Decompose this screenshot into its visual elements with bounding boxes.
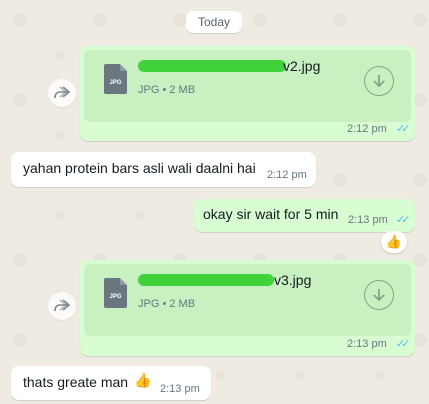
jpg-file-icon: JPG [104,278,127,308]
message-text: thats greate man [23,374,129,390]
document-meta: JPG • 2 MB [138,84,196,96]
document-card[interactable]: JPG v2.jpg JPG • 2 MB [84,50,411,122]
forward-icon [54,86,70,99]
reaction-thumbs-up[interactable]: 👍 [381,231,407,253]
download-button[interactable] [364,66,394,96]
jpg-file-icon: JPG [104,64,127,94]
message-document-1[interactable]: JPG v2.jpg JPG • 2 MB 2:12 pm ✓✓ [80,46,415,141]
redaction-scribble [138,274,274,286]
forward-button[interactable] [48,292,76,320]
redaction-scribble [138,60,286,72]
download-arrow-icon [373,75,385,88]
message-time: 2:13 pm [348,214,388,226]
message-text-5[interactable]: thats greate man 👍 2:13 pm [11,366,211,400]
message-text: yahan protein bars asli wali daalni hai [23,160,256,176]
message-time: 2:13 pm [160,383,200,395]
message-text-2[interactable]: yahan protein bars asli wali daalni hai … [11,152,316,187]
message-time: 2:12 pm [347,123,387,135]
message-document-4[interactable]: JPG v3.jpg JPG • 2 MB 2:13 pm ✓✓ [80,260,415,356]
message-time: 2:13 pm [347,338,387,350]
document-card[interactable]: JPG v3.jpg JPG • 2 MB [84,264,411,336]
read-receipt-icon: ✓✓ [396,123,411,135]
document-meta: JPG • 2 MB [138,298,196,310]
message-time: 2:12 pm [267,169,307,181]
document-name: v2.jpg [283,58,321,74]
message-text-3[interactable]: okay sir wait for 5 min 2:13 pm ✓✓ [194,199,415,232]
forward-button[interactable] [48,79,76,107]
date-separator: Today [186,11,242,33]
message-text: okay sir wait for 5 min [203,206,339,222]
read-receipt-icon: ✓✓ [396,214,411,226]
read-receipt-icon: ✓✓ [396,338,411,350]
forward-icon [54,299,70,312]
thumbs-up-emoji: 👍 [134,372,152,388]
document-name: v3.jpg [274,272,312,288]
download-arrow-icon [373,289,385,302]
download-button[interactable] [364,280,394,310]
